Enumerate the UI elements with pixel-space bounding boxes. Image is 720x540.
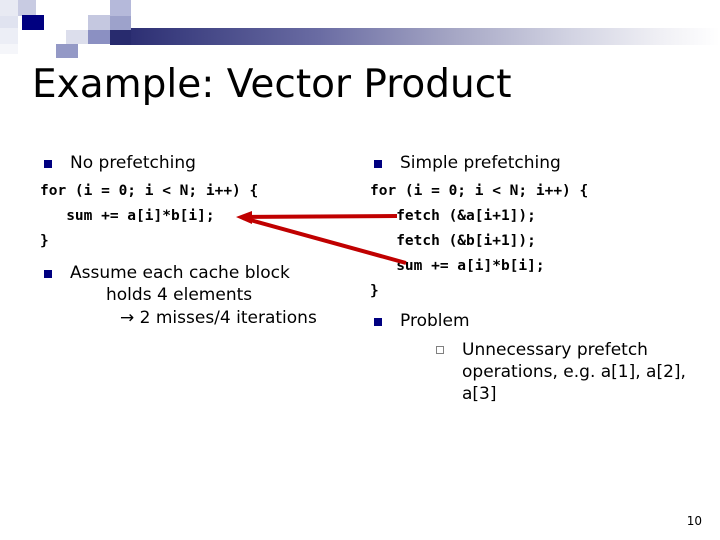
square-bullet-icon xyxy=(374,318,382,326)
sub-bullet-unnecessary-prefetch: Unnecessary prefetch xyxy=(368,339,713,361)
deco-square-accent xyxy=(22,15,44,30)
bullet-label: Simple prefetching xyxy=(400,153,561,173)
left-column: No prefetching for (i = 0; i < N; i++) {… xyxy=(38,152,368,330)
bullet-assume-cache-block: Assume each cache block xyxy=(38,262,368,284)
page-title: Example: Vector Product xyxy=(32,62,512,107)
deco-square xyxy=(88,15,110,30)
bullet-no-prefetching: No prefetching xyxy=(38,152,368,174)
code-line: fetch (&b[i+1]); xyxy=(370,233,536,249)
code-line: sum += a[i]*b[i]; xyxy=(370,258,545,274)
bullet-label: No prefetching xyxy=(70,153,196,173)
right-column: Simple prefetching for (i = 0; i < N; i+… xyxy=(368,152,713,405)
code-line: for (i = 0; i < N; i++) { xyxy=(40,183,259,199)
sub-bullet-label: Unnecessary prefetch xyxy=(462,340,648,360)
code-line: fetch (&a[i+1]); xyxy=(370,208,536,224)
deco-square xyxy=(0,16,18,28)
deco-square xyxy=(88,30,110,44)
code-block-simple-prefetching: for (i = 0; i < N; i++) { fetch (&a[i+1]… xyxy=(370,179,713,304)
deco-square xyxy=(0,0,18,16)
deco-square xyxy=(56,44,78,58)
code-line: } xyxy=(370,283,379,299)
bullet-label-continued: holds 4 elements xyxy=(106,285,253,305)
square-bullet-icon xyxy=(374,160,382,168)
deco-square xyxy=(0,28,18,44)
code-line: for (i = 0; i < N; i++) { xyxy=(370,183,589,199)
result-line: → 2 misses/4 iterations xyxy=(120,308,317,328)
code-line: } xyxy=(40,233,49,249)
deco-square xyxy=(110,30,131,45)
decorative-header xyxy=(0,0,720,58)
bullet-problem: Problem xyxy=(368,310,713,332)
bullet-simple-prefetching: Simple prefetching xyxy=(368,152,713,174)
deco-square xyxy=(110,16,131,30)
code-line: sum += a[i]*b[i]; xyxy=(40,208,215,224)
sub-bullet-label-continued: operations, e.g. a[1], a[2], xyxy=(462,362,686,382)
deco-square xyxy=(66,30,88,44)
square-bullet-icon xyxy=(44,160,52,168)
sub-bullet-label-continued: a[3] xyxy=(462,384,497,404)
page-number: 10 xyxy=(686,514,702,528)
hollow-square-bullet-icon xyxy=(436,346,444,354)
bullet-label: Problem xyxy=(400,311,470,331)
header-gradient-bar xyxy=(131,28,720,45)
code-block-no-prefetching: for (i = 0; i < N; i++) { sum += a[i]*b[… xyxy=(40,179,368,254)
deco-square xyxy=(110,0,131,16)
bullet-label: Assume each cache block xyxy=(70,263,290,283)
square-bullet-icon xyxy=(44,270,52,278)
deco-square xyxy=(18,0,36,16)
deco-square xyxy=(0,44,18,54)
